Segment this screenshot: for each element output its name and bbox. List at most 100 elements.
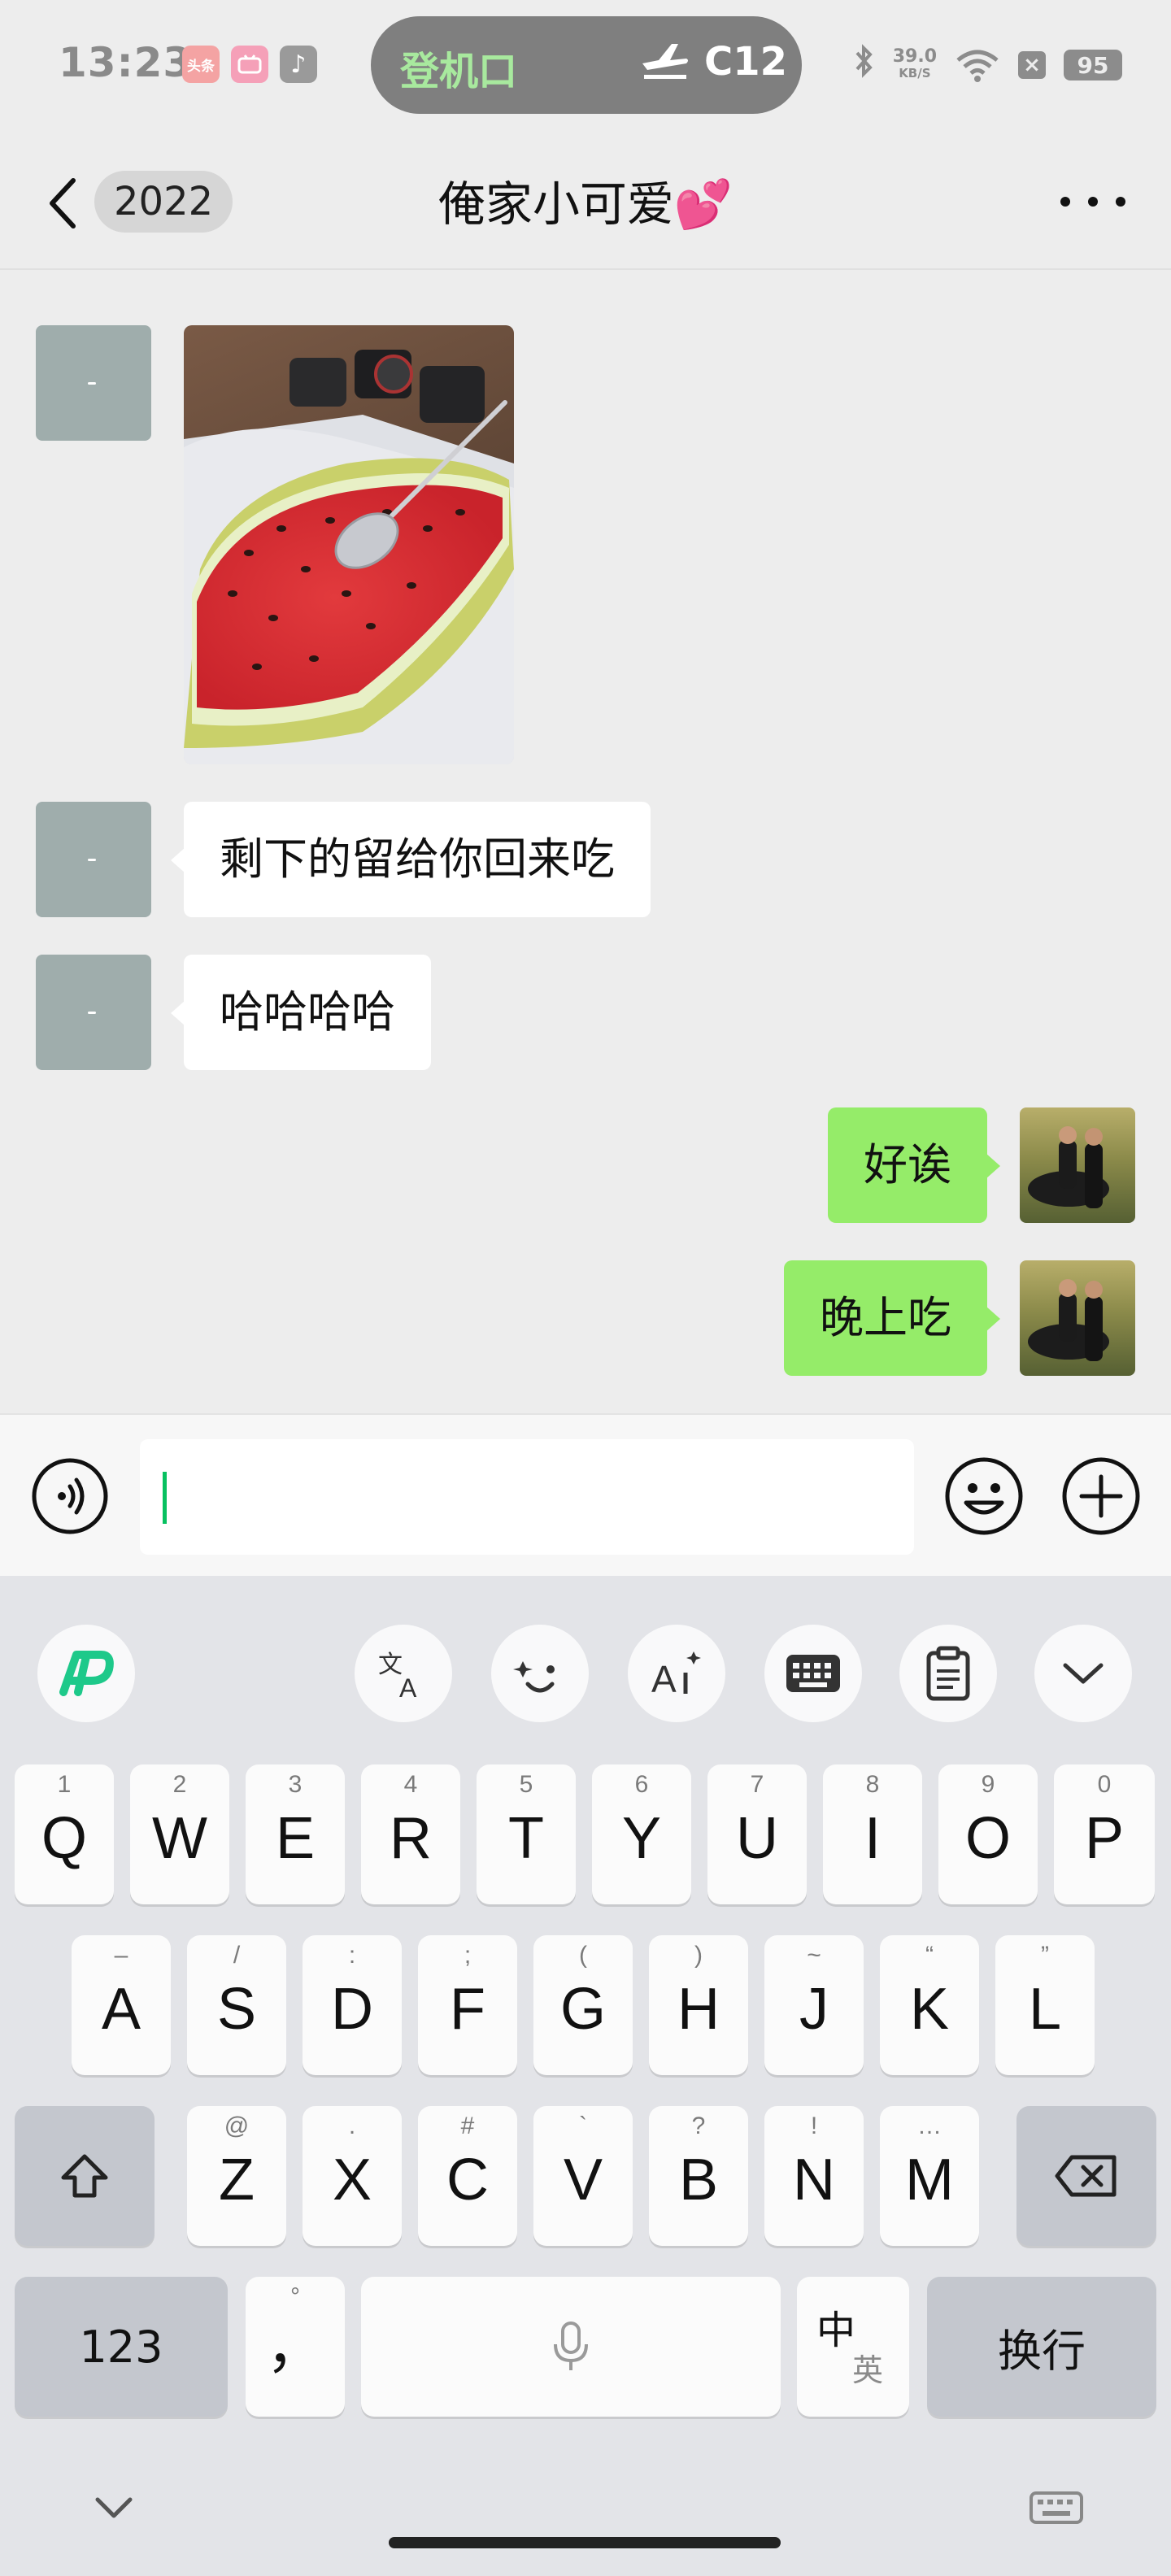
key-sub: 5	[519, 1771, 533, 1798]
key-main: I	[864, 1806, 881, 1871]
key-sub: 6	[634, 1771, 649, 1798]
key-l[interactable]: ” L	[995, 1935, 1095, 2075]
shift-key[interactable]	[15, 2106, 155, 2246]
tiktok-app-icon: ♪	[280, 46, 317, 83]
key-h[interactable]: ) H	[649, 1935, 748, 2075]
voice-input-icon[interactable]	[31, 1457, 109, 1535]
numbers-key-label: 123	[79, 2321, 163, 2373]
gate-number: C12	[704, 39, 788, 85]
collapse-toolbar-chevron-icon[interactable]	[1034, 1625, 1132, 1722]
chat-input-bar	[0, 1413, 1171, 1576]
key-main: G	[559, 1977, 606, 2042]
more-functions-plus-icon[interactable]	[1060, 1456, 1142, 1537]
more-options-icon[interactable]	[1060, 185, 1125, 218]
watermelon-photo-message[interactable]	[184, 325, 514, 764]
wifi-icon	[956, 50, 999, 82]
key-y[interactable]: 6Y	[592, 1764, 691, 1904]
incoming-message-bubble[interactable]: 剩下的留给你回来吃	[171, 802, 651, 917]
message-input[interactable]	[140, 1439, 914, 1555]
key-s[interactable]: / S	[187, 1935, 286, 2075]
outgoing-message-bubble[interactable]: 好诶	[828, 1107, 1000, 1223]
keyboard-switch-icon[interactable]	[1030, 2491, 1083, 2524]
translate-icon[interactable]: 文A	[355, 1625, 452, 1722]
enter-key[interactable]: 换行	[927, 2277, 1156, 2417]
key-sub: “	[925, 1942, 934, 1969]
key-sub: 1	[57, 1771, 72, 1798]
key-main: Y	[621, 1806, 662, 1871]
key-g[interactable]: (G	[533, 1935, 633, 2075]
key-r[interactable]: 4R	[361, 1764, 460, 1904]
key-sub: !	[810, 2113, 818, 2139]
key-p[interactable]: 0P	[1054, 1764, 1155, 1904]
key-sub: ?	[691, 2113, 706, 2139]
key-main: P	[1084, 1806, 1125, 1871]
key-x[interactable]: .X	[303, 2106, 402, 2246]
ai-writing-icon[interactable]: A	[628, 1625, 725, 1722]
contact-avatar[interactable]	[36, 955, 151, 1070]
key-v[interactable]: ` V	[533, 2106, 633, 2246]
contact-avatar[interactable]	[36, 802, 151, 917]
my-avatar[interactable]	[1020, 1107, 1135, 1223]
backspace-icon	[1016, 2106, 1156, 2246]
key-sub: ”	[1041, 1942, 1049, 1969]
key-main: T	[508, 1806, 544, 1871]
outgoing-message-bubble[interactable]: 晚上吃	[784, 1260, 1000, 1376]
keyboard-layout-icon[interactable]	[764, 1625, 862, 1722]
my-avatar[interactable]	[1020, 1260, 1135, 1376]
ime-logo-icon[interactable]	[37, 1625, 135, 1722]
key-sub: …	[917, 2113, 942, 2139]
space-key[interactable]	[361, 2277, 781, 2417]
key-main: N	[793, 2147, 835, 2213]
key-t[interactable]: 5T	[477, 1764, 576, 1904]
key-f[interactable]: ; F	[418, 1935, 517, 2075]
key-m[interactable]: … M	[880, 2106, 979, 2246]
key-main: O	[964, 1806, 1011, 1871]
home-indicator[interactable]	[389, 2537, 781, 2548]
key-main: S	[216, 1977, 257, 2042]
hide-keyboard-chevron-icon[interactable]	[93, 2493, 135, 2522]
key-sub: 7	[750, 1771, 764, 1798]
emoji-icon[interactable]	[943, 1456, 1025, 1537]
key-z[interactable]: @ Z	[187, 2106, 286, 2246]
emoji-face-icon[interactable]	[491, 1625, 589, 1722]
key-sub: 8	[865, 1771, 880, 1798]
key-sub: 2	[172, 1771, 187, 1798]
key-q[interactable]: 1Q	[15, 1764, 114, 1904]
key-sub: ~	[807, 1942, 821, 1969]
incoming-message-bubble[interactable]: 哈哈哈哈	[171, 955, 431, 1070]
key-e[interactable]: 3E	[246, 1764, 345, 1904]
language-switch-key[interactable]: 中 英	[797, 2277, 909, 2417]
key-main: Z	[219, 2147, 255, 2213]
key-main: H	[677, 1977, 720, 2042]
key-main: F	[450, 1977, 485, 2042]
key-k[interactable]: “K	[880, 1935, 979, 2075]
key-n[interactable]: ! N	[764, 2106, 864, 2246]
shift-arrow-icon	[15, 2106, 155, 2246]
key-o[interactable]: 9O	[938, 1764, 1038, 1904]
key-sub: –	[114, 1942, 128, 1969]
key-u[interactable]: 7U	[707, 1764, 807, 1904]
key-c[interactable]: # C	[418, 2106, 517, 2246]
key-sub: )	[694, 1942, 703, 1969]
key-b[interactable]: ? B	[649, 2106, 748, 2246]
key-main: V	[563, 2147, 603, 2213]
key-d[interactable]: :D	[303, 1935, 402, 2075]
numbers-key[interactable]: 123	[15, 2277, 228, 2417]
key-j[interactable]: ~ J	[764, 1935, 864, 2075]
flight-live-activity[interactable]: 登机口 C12	[371, 16, 802, 114]
key-sub: 0	[1097, 1771, 1112, 1798]
key-i[interactable]: 8I	[823, 1764, 922, 1904]
contact-avatar[interactable]	[36, 325, 151, 441]
key-main: Q	[41, 1806, 87, 1871]
comma-key[interactable]: °，	[246, 2277, 345, 2417]
key-sub: #	[460, 2113, 475, 2139]
battery-icon: 95	[1064, 50, 1122, 80]
key-main: W	[152, 1806, 207, 1871]
key-w[interactable]: 2W	[130, 1764, 229, 1904]
key-a[interactable]: – A	[72, 1935, 171, 2075]
clipboard-icon[interactable]	[899, 1625, 997, 1722]
boarding-gate-label: 登机口	[400, 49, 518, 94]
key-main: ，	[265, 2315, 324, 2380]
svg-text:A: A	[651, 1658, 677, 1700]
backspace-key[interactable]	[1016, 2106, 1156, 2246]
